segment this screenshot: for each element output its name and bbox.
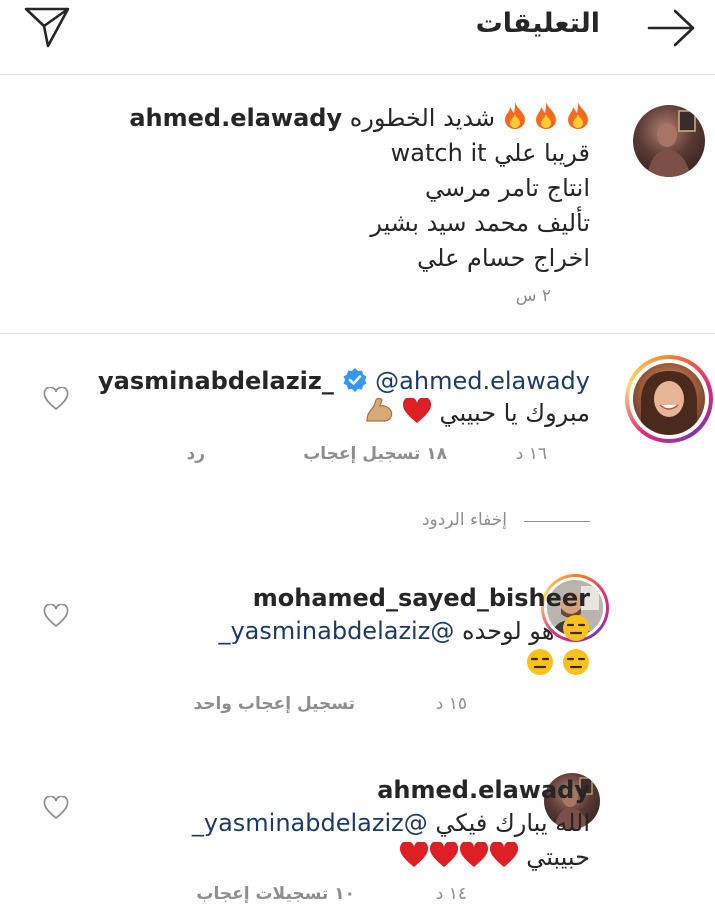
likes-count-text[interactable]: ١٠ تسجيلات إعجاب [196, 884, 355, 904]
mention-link[interactable]: @yasminabdelaziz_ [192, 809, 428, 837]
likes-count[interactable]: ١٠ تسجيلات إعجاب [196, 884, 355, 904]
hide-replies-line [524, 521, 590, 522]
avatar [633, 363, 705, 435]
caption-timestamp: ٢ س [515, 286, 551, 306]
caption-username[interactable]: ahmed.elawady [129, 104, 342, 132]
back-arrow-icon[interactable] [645, 6, 697, 50]
likes-count-text[interactable]: تسجيل إعجاب واحد [193, 694, 355, 714]
verified-badge-icon [343, 368, 367, 392]
heart-like-icon[interactable] [43, 796, 69, 820]
flexed-biceps-icon [366, 397, 393, 422]
heart-like-icon[interactable] [43, 387, 69, 411]
caption-line-2: قريبا علي watch it [390, 139, 590, 167]
avatar-person-icon [647, 110, 696, 177]
comment-username[interactable]: ahmed.elawady [377, 776, 590, 804]
red-heart-icon [399, 842, 428, 867]
send-icon[interactable] [22, 4, 72, 50]
story-ring[interactable] [625, 355, 713, 443]
caption-text: شديد الخطوره [349, 104, 496, 132]
reply-button-label[interactable]: رد [186, 444, 205, 464]
comment-text: الله يبارك فيكي [435, 809, 590, 837]
caption-line-4: تأليف محمد سيد بشير [370, 209, 590, 237]
red-heart-icon [402, 398, 431, 423]
comment-timestamp: ١٤ د [435, 884, 467, 904]
comment-text: مبروك يا حبيبي [439, 399, 590, 427]
red-heart-icon [489, 842, 518, 867]
page-title: التعليقات [475, 8, 600, 39]
hide-replies-button[interactable]: إخفاء الردود [422, 510, 507, 530]
fire-icon [504, 102, 525, 129]
comment-line-1: yasminabdelaziz_ @ahmed.elawady [98, 364, 590, 399]
red-heart-icon [429, 842, 458, 867]
likes-count[interactable]: تسجيل إعجاب واحد [193, 694, 355, 714]
fire-icon [536, 102, 557, 129]
likes-count[interactable]: ١٨ تسجيل إعجاب [303, 444, 447, 464]
reply-username-line: mohamed_sayed_bisheer [253, 581, 590, 616]
divider [0, 333, 715, 334]
comment-text-line-2: حبيبتي [526, 843, 590, 871]
comment-timestamp: ١٦ د [515, 444, 547, 464]
avatar[interactable] [633, 105, 705, 177]
comment-username[interactable]: yasminabdelaziz_ [98, 367, 334, 395]
expressionless-face-icon [527, 649, 554, 675]
comment-text: هو لوحده [461, 617, 555, 645]
reply-line-2: الله يبارك فيكي @yasminabdelaziz_ [192, 806, 590, 841]
mention-link[interactable]: @ahmed.elawady [375, 367, 590, 395]
expressionless-face-icon [563, 649, 589, 675]
reply-button[interactable]: رد [186, 444, 205, 464]
red-heart-icon [459, 842, 488, 867]
heart-like-icon[interactable] [43, 604, 69, 628]
comment-username[interactable]: mohamed_sayed_bisheer [253, 584, 590, 612]
reply-username-line: ahmed.elawady [377, 773, 590, 808]
comment-timestamp: ١٥ د [435, 694, 467, 714]
reply-line-3: حبيبتي [399, 840, 590, 875]
reply-line-3 [526, 648, 590, 683]
reply-line-2: هو لوحده @yasminabdelaziz_ [218, 614, 590, 649]
expressionless-face-icon [563, 615, 589, 641]
caption-line-1: ahmed.elawady شديد الخطوره [129, 101, 590, 136]
caption-line-5: اخراج حسام علي [417, 244, 590, 272]
likes-count-text[interactable]: ١٨ تسجيل إعجاب [303, 444, 447, 464]
avatar-person-icon [641, 371, 697, 435]
caption-line-3: انتاج تامر مرسي [425, 174, 590, 202]
header-bar: التعليقات [0, 0, 715, 75]
fire-icon [568, 102, 588, 129]
mention-link[interactable]: @yasminabdelaziz_ [218, 617, 454, 645]
comment-line-2: مبروك يا حبيبي [364, 396, 590, 431]
fire-emoji-group [503, 102, 590, 132]
